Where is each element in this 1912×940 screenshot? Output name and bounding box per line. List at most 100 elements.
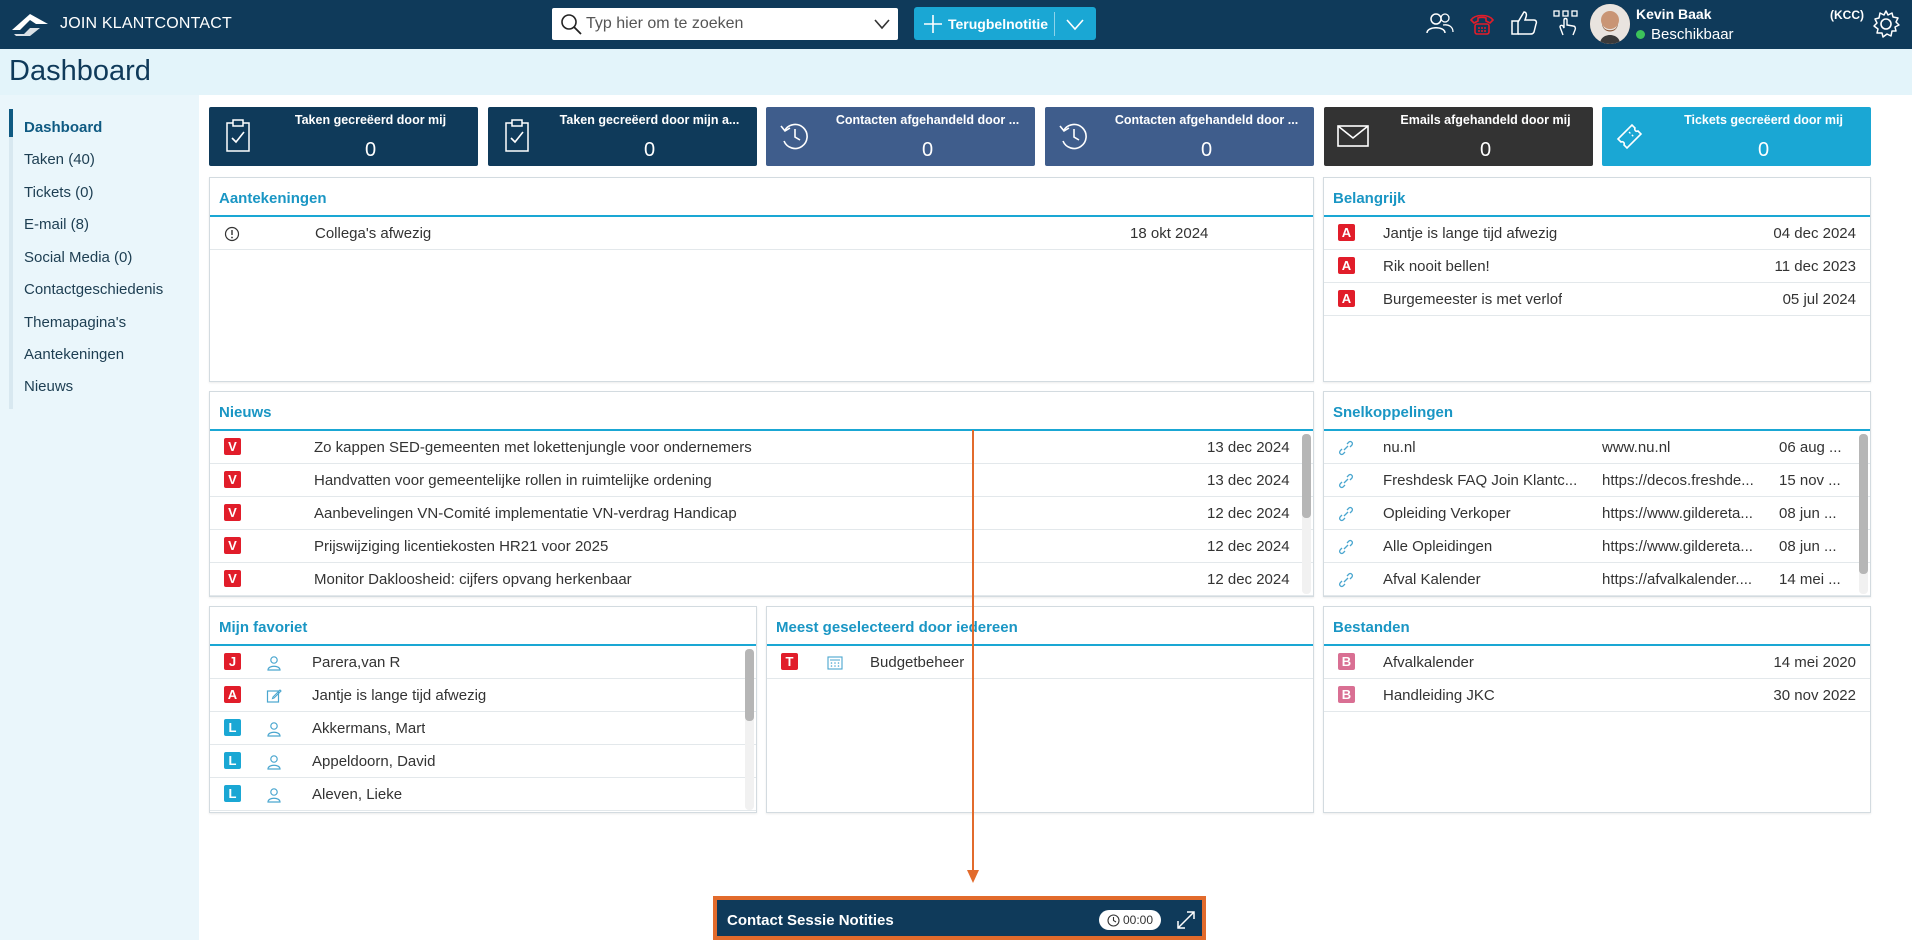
chevron-down-icon[interactable] — [870, 12, 894, 36]
user-status[interactable]: Beschikbaar — [1636, 26, 1734, 43]
favorite-item[interactable]: L Akkermans, Mart — [210, 712, 756, 745]
plus-icon — [924, 14, 942, 33]
shortcut-name: Alle Opleidingen — [1383, 538, 1493, 555]
sidebar-item-aantekeningen[interactable]: Aantekeningen — [24, 346, 124, 363]
list-item[interactable]: A Burgemeester is met verlof 05 jul 2024 — [1324, 283, 1870, 316]
news-date: 13 dec 2024 — [1207, 439, 1290, 456]
search-input[interactable] — [586, 15, 866, 33]
clock-icon — [1107, 913, 1120, 927]
list-item[interactable]: T Budgetbeheer — [767, 646, 1313, 679]
letter-badge: B — [1338, 686, 1355, 703]
shortcut-url: https://www.gildereta... — [1602, 538, 1753, 555]
item-text: Rik nooit bellen! — [1383, 258, 1490, 275]
shortcut-date: 06 aug ... — [1779, 439, 1842, 456]
letter-badge: L — [224, 785, 241, 802]
news-item[interactable]: V Zo kappen SED-gemeenten met lokettenju… — [210, 431, 1313, 464]
belangrijk-panel: Belangrijk A Jantje is lange tijd afwezi… — [1323, 177, 1871, 382]
favoriet-panel: Mijn favoriet J Parera,van R A Jantje is… — [209, 606, 757, 813]
favorite-text: Appeldoorn, David — [312, 753, 436, 770]
app-logo[interactable]: JOIN KLANTCONTACT — [10, 10, 232, 38]
scrollbar-thumb[interactable] — [1859, 434, 1868, 574]
stat-tile[interactable]: Emails afgehandeld door mij 0 — [1324, 107, 1593, 166]
sidebar-item-nieuws[interactable]: Nieuws — [24, 378, 73, 395]
thumbs-up-icon[interactable] — [1508, 6, 1540, 40]
bestanden-panel: Bestanden B Afvalkalender 14 mei 2020 B … — [1323, 606, 1871, 813]
shortcut-date: 14 mei ... — [1779, 571, 1841, 588]
stat-tile-label: Tickets gecreëerd door mij — [1684, 113, 1843, 127]
avatar[interactable] — [1590, 4, 1630, 44]
list-item[interactable]: Collega's afwezig 18 okt 2024 — [210, 217, 1313, 250]
contacts-icon[interactable] — [1424, 6, 1456, 40]
list-item[interactable]: A Rik nooit bellen! 11 dec 2023 — [1324, 250, 1870, 283]
shortcut-url: https://www.gildereta... — [1602, 505, 1753, 522]
shortcut-item[interactable]: Alle Opleidingen https://www.gildereta..… — [1324, 530, 1870, 563]
favorite-item[interactable]: L Aleven, Lieke — [210, 778, 756, 811]
sidebar: Dashboard Taken (40) Tickets (0) E-mail … — [0, 95, 199, 940]
shortcut-url: https://afvalkalender.... — [1602, 571, 1753, 588]
stat-tile-value: 0 — [1479, 139, 1492, 161]
sidebar-item-taken[interactable]: Taken (40) — [24, 151, 95, 168]
expand-icon[interactable] — [1174, 908, 1198, 932]
sidebar-item-tickets[interactable]: Tickets (0) — [24, 184, 93, 201]
touch-icon[interactable] — [1550, 6, 1582, 40]
sidebar-item-social-media[interactable]: Social Media (0) — [24, 249, 132, 266]
person-icon — [266, 754, 282, 774]
stat-tile-label: Contacten afgehandeld door ... — [1114, 113, 1299, 127]
search-box[interactable] — [552, 8, 898, 40]
session-timer: 00:00 — [1099, 910, 1161, 930]
callback-note-button[interactable]: Terugbelnotitie — [914, 7, 1096, 40]
favorite-item[interactable]: A Jantje is lange tijd afwezig — [210, 679, 756, 712]
shortcut-date: 08 jun ... — [1779, 505, 1837, 522]
chevron-down-icon[interactable] — [1063, 12, 1087, 36]
news-date: 12 dec 2024 — [1207, 571, 1290, 588]
letter-badge: A — [1338, 224, 1355, 241]
news-item[interactable]: V Aanbevelingen VN-Comité implementatie … — [210, 497, 1313, 530]
shortcut-item[interactable]: nu.nl www.nu.nl 06 aug ... — [1324, 431, 1870, 464]
news-item[interactable]: V Prijswijziging licentiekosten HR21 voo… — [210, 530, 1313, 563]
shortcut-name: Afval Kalender — [1383, 571, 1481, 588]
logo-icon — [12, 14, 48, 36]
contact-session-bar[interactable]: Contact Sessie Notities 00:00 — [713, 896, 1206, 940]
stat-tile-value: 0 — [921, 139, 934, 161]
file-item[interactable]: B Afvalkalender 14 mei 2020 — [1324, 646, 1870, 679]
sidebar-item-themapaginas[interactable]: Themapagina's — [24, 314, 126, 331]
session-title: Contact Sessie Notities — [727, 912, 894, 929]
gear-icon[interactable] — [1870, 8, 1902, 40]
favorite-text: Jantje is lange tijd afwezig — [312, 687, 487, 704]
news-item[interactable]: V Handvatten voor gemeentelijke rollen i… — [210, 464, 1313, 497]
stat-tile[interactable]: Taken gecreëerd door mijn a... 0 — [488, 107, 757, 166]
sidebar-item-contactgeschiedenis[interactable]: Contactgeschiedenis — [24, 281, 163, 298]
scrollbar-thumb[interactable] — [1302, 434, 1311, 518]
stat-tile[interactable]: Contacten afgehandeld door ... 0 — [766, 107, 1035, 166]
phone-icon[interactable] — [1466, 6, 1498, 40]
panel-title: Mijn favoriet — [210, 607, 756, 646]
stat-tile[interactable]: Tickets gecreëerd door mij 0 — [1602, 107, 1871, 166]
stat-tile[interactable]: Contacten afgehandeld door ... 0 — [1045, 107, 1314, 166]
shortcut-item[interactable]: Opleiding Verkoper https://www.gildereta… — [1324, 497, 1870, 530]
user-status-label: Beschikbaar — [1651, 26, 1734, 43]
stat-tile[interactable]: Taken gecreëerd door mij 0 — [209, 107, 478, 166]
favorite-item[interactable]: J Parera,van R — [210, 646, 756, 679]
user-name[interactable]: Kevin Baak — [1636, 6, 1711, 22]
stat-tile-label: Taken gecreëerd door mij — [294, 113, 447, 127]
news-item[interactable]: V Monitor Dakloosheid: cijfers opvang he… — [210, 563, 1313, 596]
sidebar-item-dashboard[interactable]: Dashboard — [24, 119, 102, 136]
shortcut-item[interactable]: Freshdesk FAQ Join Klantc... https://dec… — [1324, 464, 1870, 497]
file-item[interactable]: B Handleiding JKC 30 nov 2022 — [1324, 679, 1870, 712]
person-icon — [266, 655, 282, 675]
shortcut-item[interactable]: Afval Kalender https://afvalkalender....… — [1324, 563, 1870, 596]
sidebar-item-email[interactable]: E-mail (8) — [24, 216, 89, 233]
user-role-badge: (KCC) — [1830, 8, 1864, 22]
letter-badge: J — [224, 653, 241, 670]
person-icon — [266, 787, 282, 807]
scrollbar[interactable] — [1859, 434, 1868, 594]
button-divider — [1054, 11, 1056, 36]
favorite-text: Aleven, Lieke — [312, 786, 403, 803]
scrollbar[interactable] — [745, 649, 754, 810]
scrollbar-thumb[interactable] — [745, 649, 754, 721]
letter-badge: V — [224, 438, 241, 455]
scrollbar[interactable] — [1302, 434, 1311, 594]
sidebar-rail — [9, 109, 13, 409]
favorite-item[interactable]: L Appeldoorn, David — [210, 745, 756, 778]
list-item[interactable]: A Jantje is lange tijd afwezig 04 dec 20… — [1324, 217, 1870, 250]
